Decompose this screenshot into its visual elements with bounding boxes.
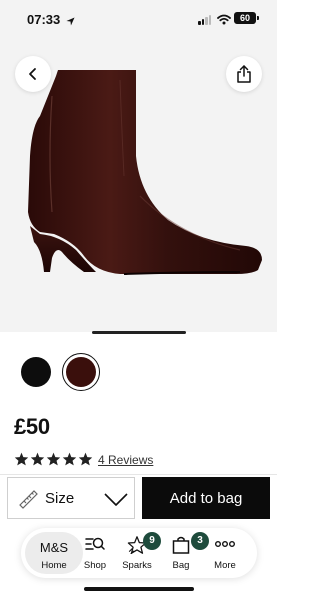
more-dots-icon	[203, 536, 247, 557]
nav-sparks[interactable]: 9 Sparks	[115, 528, 161, 578]
product-price: £50	[14, 414, 50, 439]
swatch-brown-selected[interactable]	[62, 353, 100, 391]
divider	[0, 474, 277, 475]
status-bar: 07:33 60	[0, 0, 277, 36]
wifi-icon	[217, 12, 231, 30]
bottom-nav: M&S Home Shop 9 Sparks 3 Bag More	[21, 528, 257, 578]
image-scroll-indicator	[92, 331, 186, 334]
nav-bag[interactable]: 3 Bag	[159, 528, 209, 578]
nav-sparks-label: Sparks	[122, 560, 152, 571]
home-indicator	[84, 587, 194, 591]
nav-more-label: More	[214, 560, 236, 571]
back-button[interactable]	[15, 56, 51, 92]
shop-search-icon	[73, 536, 117, 557]
star-icon	[78, 452, 93, 466]
star-icon	[14, 452, 29, 466]
nav-bag-label: Bag	[172, 560, 190, 571]
nav-shop[interactable]: Shop	[73, 528, 117, 578]
reviews-link[interactable]: 4 Reviews	[98, 453, 153, 467]
chevron-down-icon	[104, 493, 128, 511]
nav-more[interactable]: More	[203, 528, 247, 578]
ruler-icon	[18, 489, 38, 514]
star-icon	[62, 452, 77, 466]
nav-shop-label: Shop	[83, 560, 107, 571]
size-label: Size	[45, 490, 75, 507]
signal-icon	[198, 15, 212, 25]
back-arrow-icon	[29, 68, 36, 80]
swatch-black[interactable]	[21, 357, 51, 387]
location-arrow-icon	[66, 13, 75, 31]
add-to-bag-button[interactable]: Add to bag	[142, 477, 270, 519]
star-icon	[46, 452, 61, 466]
product-image[interactable]	[0, 36, 277, 332]
status-time: 07:33	[27, 12, 61, 27]
share-icon	[237, 65, 251, 83]
star-icon	[30, 452, 45, 466]
size-selector[interactable]: Size	[7, 477, 135, 519]
swatch-brown	[66, 357, 96, 387]
battery-icon: 60	[234, 12, 259, 24]
share-button[interactable]	[226, 56, 262, 92]
star-rating	[14, 452, 93, 466]
